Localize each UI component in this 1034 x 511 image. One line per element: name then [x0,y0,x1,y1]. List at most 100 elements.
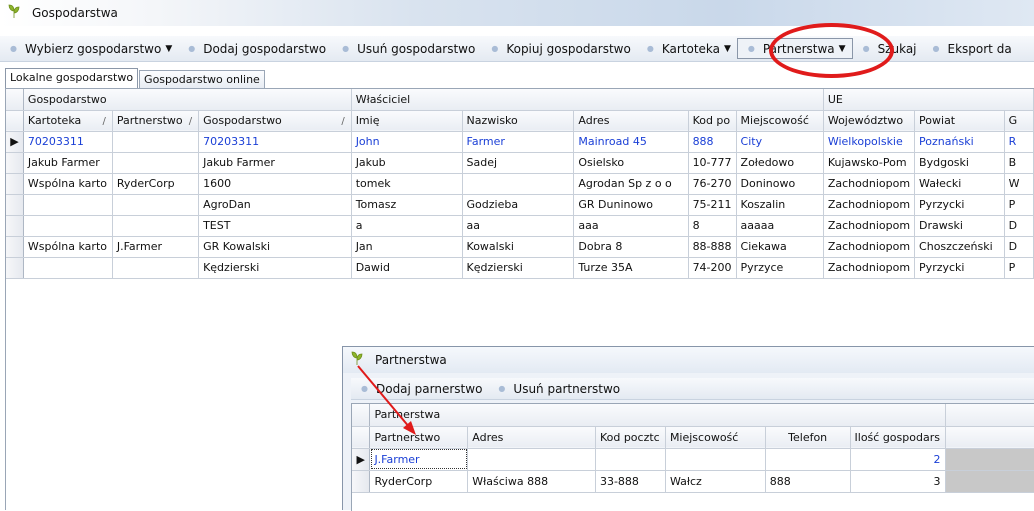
table-row[interactable]: ▶ 70203311 70203311 John Farmer Mainroad… [6,131,1034,153]
column-header-address[interactable]: Adres [467,426,596,449]
add-partnership-button[interactable]: ● Dodaj parnerstwo [351,378,488,400]
table-row[interactable]: ▶ J.Farmer 2 [352,448,1034,471]
table-row[interactable]: RyderCorp Właściwa 888 33-888 Wałcz 888 … [352,470,1034,493]
column-header-county[interactable]: Powiat [914,110,1005,132]
cell[interactable]: B [1004,152,1034,174]
cell[interactable]: 888 [688,131,737,153]
cell[interactable]: Agrodan Sp z o o [573,173,689,195]
cell[interactable]: Wspólna karto [23,173,113,195]
cell[interactable]: Wałecki [914,173,1005,195]
cell[interactable] [665,448,766,471]
cell[interactable]: 76-270 [688,173,737,195]
cell[interactable]: Zachodniopom [823,236,916,258]
cell[interactable]: Jakub [351,152,463,174]
cell[interactable]: Ciekawa [736,236,824,258]
column-header-city[interactable]: Miejscowość [736,110,824,132]
partnerships-menu[interactable]: ● Partnerstwa ▼ [736,38,853,59]
select-farm-menu[interactable]: ● Wybierz gospodarstwo ▼ [0,38,178,60]
partnerships-grid[interactable]: Partnerstwa Partnerstwo Adres Kod pocztc… [351,403,1034,511]
cell[interactable]: D [1004,215,1034,237]
cell[interactable] [467,448,596,471]
cell[interactable]: Kędzierski [198,257,352,279]
cell[interactable]: Pyrzycki [914,194,1005,216]
table-row[interactable]: Kędzierski Dawid Kędzierski Turze 35A 74… [6,257,1034,279]
cell[interactable]: Wspólna karto [23,236,113,258]
column-header-phone[interactable]: Telefon [765,426,851,449]
table-row[interactable]: AgroDan Tomasz Godzieba GR Duninowo 75-2… [6,194,1034,216]
column-header-farm[interactable]: Gospodarstwo / [198,110,352,132]
cell[interactable] [765,448,851,471]
cell[interactable] [112,257,200,279]
cell[interactable] [595,448,666,471]
delete-farm-button[interactable]: ● Usuń gospodarstwo [332,38,481,60]
cell[interactable]: Zachodniopom [823,257,916,279]
cell[interactable] [23,215,113,237]
search-button[interactable]: ● Szukaj [853,38,923,60]
cell[interactable]: RyderCorp [112,173,200,195]
cell[interactable]: Zachodniopom [823,173,916,195]
cell[interactable]: tomek [351,173,463,195]
cell[interactable]: Sadej [462,152,575,174]
copy-farm-button[interactable]: ● Kopiuj gospodarstwo [481,38,637,60]
cell[interactable]: P [1004,257,1034,279]
cell[interactable]: 2 [850,448,946,471]
cell[interactable]: Tomasz [351,194,463,216]
table-row[interactable]: Wspólna karto RyderCorp 1600 tomek Agrod… [6,173,1034,195]
column-header-partnership[interactable]: Partnerstwo [369,426,469,449]
registry-menu[interactable]: ● Kartoteka ▼ [637,38,737,60]
cell[interactable]: RyderCorp [369,470,469,493]
column-header-first-name[interactable]: Imię [351,110,463,132]
add-farm-button[interactable]: ● Dodaj gospodarstwo [178,38,332,60]
table-row[interactable]: Wspólna karto J.Farmer GR Kowalski Jan K… [6,236,1034,258]
cell[interactable]: Bydgoski [914,152,1005,174]
cell[interactable] [462,173,575,195]
cell[interactable]: Dobra 8 [573,236,689,258]
column-header-last-name[interactable]: Nazwisko [462,110,575,132]
cell[interactable] [112,152,200,174]
cell[interactable] [112,194,200,216]
cell[interactable]: Właściwa 888 [467,470,596,493]
cell[interactable]: Jakub Farmer [23,152,113,174]
cell[interactable]: aa [462,215,575,237]
cell[interactable]: John [351,131,463,153]
cell[interactable]: 74-200 [688,257,737,279]
cell[interactable]: Kędzierski [462,257,575,279]
cell[interactable]: Kowalski [462,236,575,258]
cell[interactable]: City [736,131,824,153]
export-button[interactable]: ● Eksport da [923,38,1018,60]
cell[interactable]: GR Duninowo [573,194,689,216]
cell[interactable]: Farmer [462,131,575,153]
cell[interactable]: R [1004,131,1034,153]
cell[interactable] [112,131,200,153]
cell[interactable]: Choszczeński [914,236,1005,258]
cell[interactable]: Doninowo [736,173,824,195]
cell[interactable]: J.Farmer [369,448,469,471]
cell[interactable]: W [1004,173,1034,195]
cell[interactable]: Poznański [914,131,1005,153]
tab-online-farm[interactable]: Gospodarstwo online [139,70,265,88]
cell[interactable]: 1600 [198,173,352,195]
cell[interactable]: 8 [688,215,737,237]
column-header-city[interactable]: Miejscowość [665,426,766,449]
cell[interactable]: Godzieba [462,194,575,216]
table-row[interactable]: Jakub Farmer Jakub Farmer Jakub Sadej Os… [6,152,1034,174]
cell[interactable]: Zachodniopom [823,194,916,216]
partnerships-window-title-bar[interactable]: Partnerstwa [343,347,1034,373]
partnerships-window[interactable]: Partnerstwa ● Dodaj parnerstwo ● Usuń pa… [342,346,1034,511]
cell[interactable]: Zołedowo [736,152,824,174]
column-header-g[interactable]: G [1004,110,1034,132]
cell[interactable]: AgroDan [198,194,352,216]
cell[interactable]: Pyrzycki [914,257,1005,279]
cell[interactable]: 888 [765,470,851,493]
cell[interactable]: Turze 35A [573,257,689,279]
column-header-postal-code[interactable]: Kod po [688,110,737,132]
cell[interactable]: Wałcz [665,470,766,493]
cell[interactable]: Jan [351,236,463,258]
column-header-postal-code[interactable]: Kod pocztc [595,426,666,449]
column-header-partnership[interactable]: Partnerstwo / [112,110,200,132]
column-header-address[interactable]: Adres [573,110,689,132]
tab-local-farm[interactable]: Lokalne gospodarstwo [5,68,139,88]
cell[interactable]: Kujawsko-Pom [823,152,916,174]
cell[interactable]: 75-211 [688,194,737,216]
cell[interactable] [23,257,113,279]
